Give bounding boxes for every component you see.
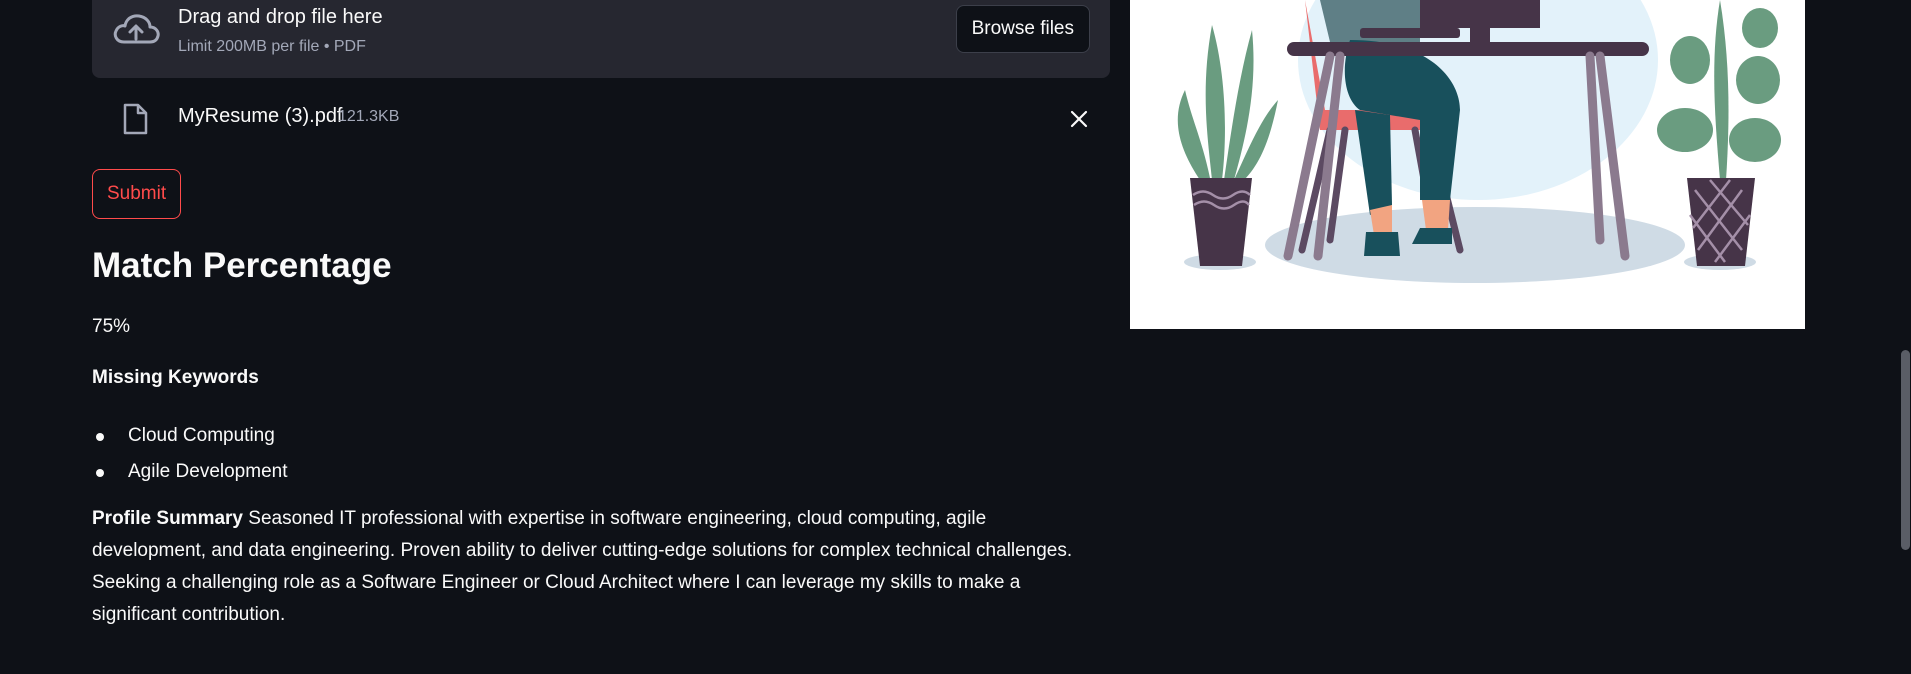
uploaded-file-size: 121.3KB <box>338 108 400 125</box>
missing-keywords-list: Cloud Computing Agile Development <box>92 418 287 490</box>
list-item: Cloud Computing <box>92 418 287 454</box>
match-percentage-value: 75% <box>92 316 131 337</box>
cloud-upload-icon <box>113 14 160 44</box>
scrollbar-thumb[interactable] <box>1901 350 1910 550</box>
profile-summary: Profile Summary Seasoned IT professional… <box>92 503 1102 631</box>
file-icon <box>123 103 148 135</box>
submit-button[interactable]: Submit <box>92 169 182 219</box>
remove-file-close-icon[interactable] <box>1068 108 1090 130</box>
uploaded-file-name: MyResume (3).pdf <box>178 105 343 127</box>
main-column: Drag and drop file here Limit 200MB per … <box>92 0 1110 625</box>
dropzone-limit-text: Limit 200MB per file • PDF <box>178 38 366 55</box>
person-at-desk-illustration <box>1130 0 1805 329</box>
list-item: Agile Development <box>92 454 287 490</box>
dropzone-title: Drag and drop file here <box>178 6 383 28</box>
match-percentage-heading: Match Percentage <box>92 246 392 285</box>
file-dropzone[interactable]: Drag and drop file here Limit 200MB per … <box>92 0 1110 78</box>
dropzone-instructions: Drag and drop file here Limit 200MB per … <box>178 4 383 58</box>
browse-files-button[interactable]: Browse files <box>955 5 1090 53</box>
profile-summary-label: Profile Summary <box>92 508 243 529</box>
scrollbar[interactable] <box>1900 0 1911 674</box>
missing-keywords-title: Missing Keywords <box>92 367 259 388</box>
workspace-illustration <box>1130 0 1805 329</box>
app-page: Drag and drop file here Limit 200MB per … <box>0 0 1911 674</box>
